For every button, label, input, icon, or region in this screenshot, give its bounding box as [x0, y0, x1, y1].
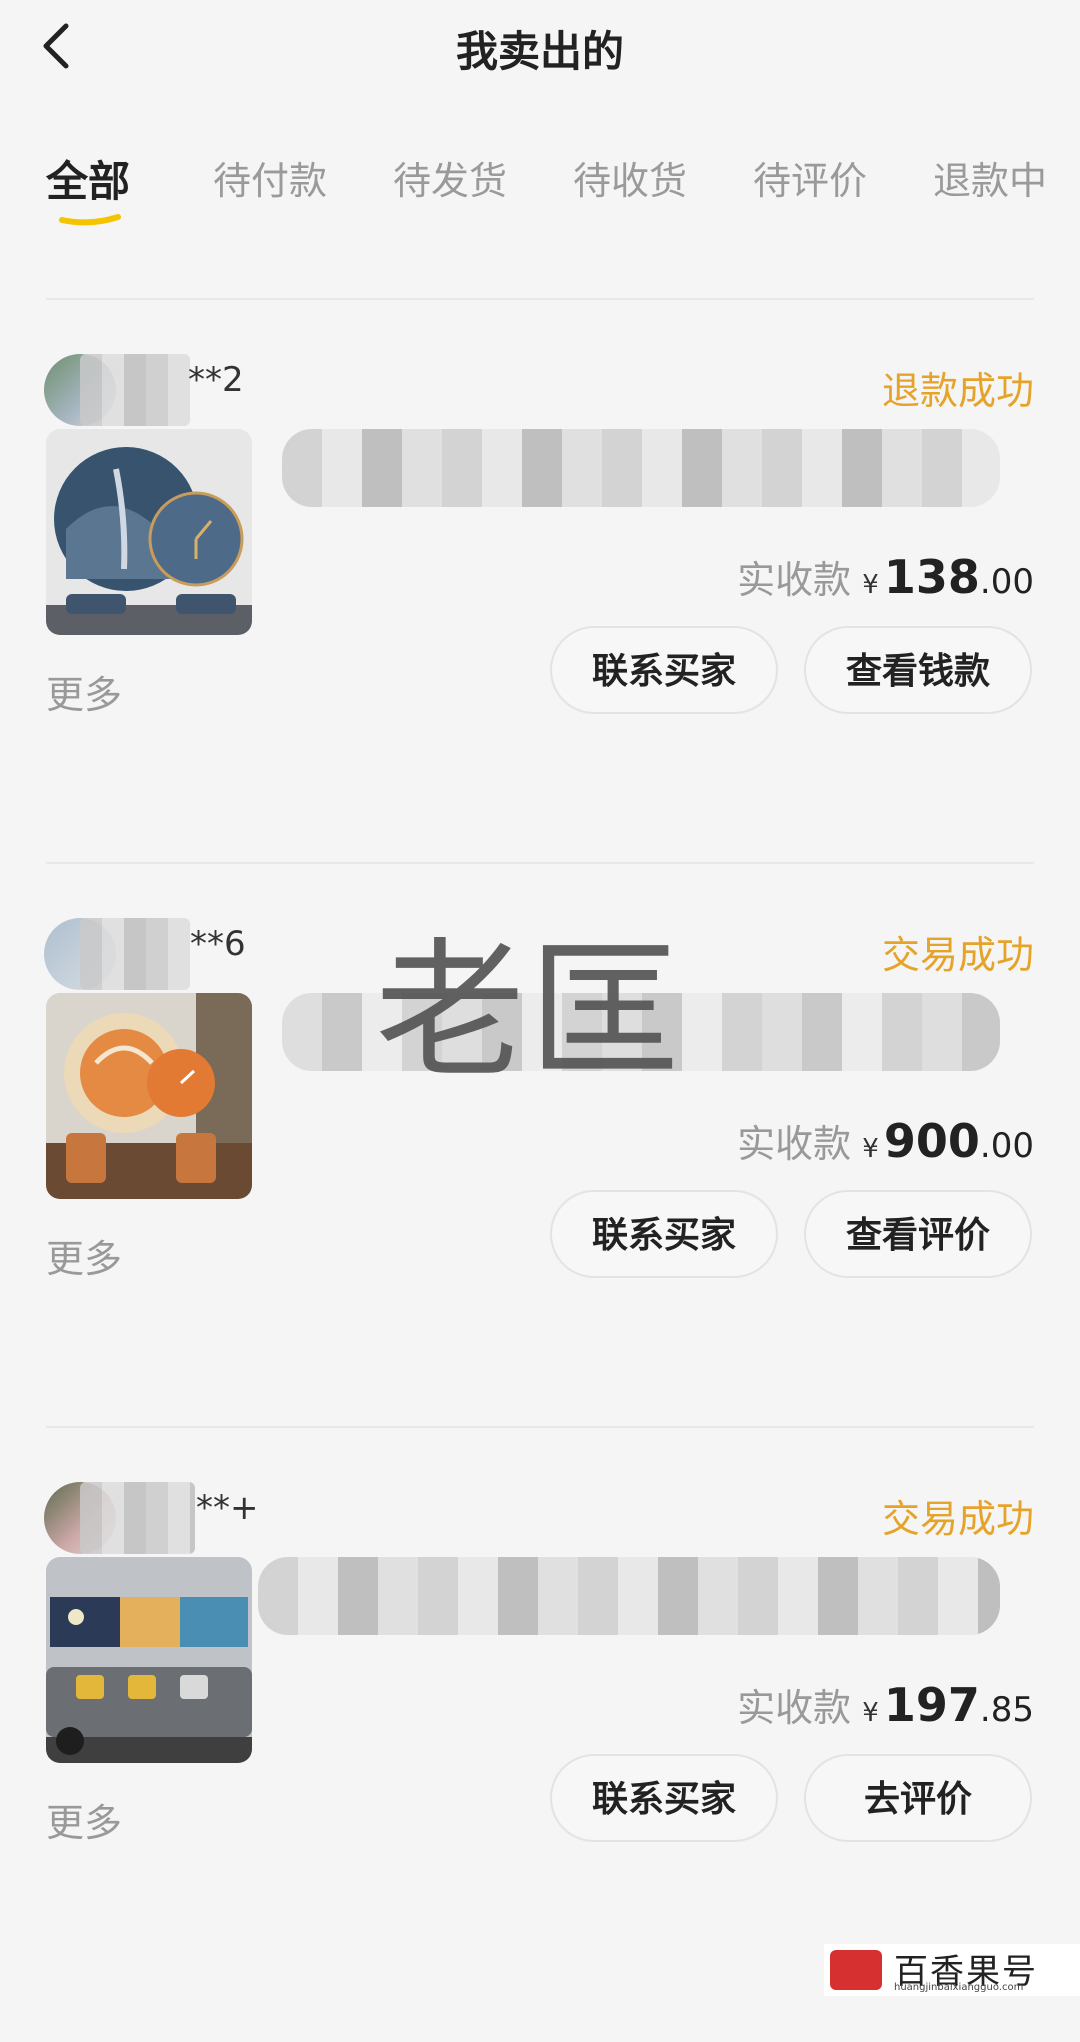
- more-link[interactable]: 更多: [46, 1228, 122, 1283]
- payment-amount: 实收款 ¥ 197.85: [737, 1678, 1034, 1732]
- order-status: 退款成功: [881, 369, 1034, 413]
- active-tab-underline: [59, 214, 121, 226]
- payment-amount: 实收款 ¥ 138.00: [737, 550, 1034, 604]
- buyer-name-mosaic: [80, 918, 190, 990]
- header: 我卖出的: [0, 0, 1080, 92]
- product-thumbnail[interactable]: [46, 1557, 252, 1763]
- payment-amount: 实收款 ¥ 900.00: [737, 1114, 1034, 1168]
- product-title-mosaic: [258, 1557, 1000, 1635]
- tab-pending-review[interactable]: 待评价: [753, 150, 867, 205]
- tab-pending-receipt[interactable]: 待收货: [573, 150, 687, 205]
- contact-buyer-button[interactable]: 联系买家: [550, 1754, 778, 1842]
- view-review-button[interactable]: 查看评价: [804, 1190, 1032, 1278]
- wall-painting-image: [46, 1557, 252, 1763]
- tab-pending-shipment[interactable]: 待发货: [393, 150, 507, 205]
- order-card: **2 退款成功 实收款 ¥ 138.00 更多 联系买家 查看钱款: [0, 354, 1080, 914]
- more-link[interactable]: 更多: [46, 1792, 122, 1847]
- buyer-name-mosaic: [80, 354, 190, 426]
- buyer-name: **2: [188, 360, 244, 400]
- order-status: 交易成功: [881, 933, 1034, 977]
- divider: [46, 298, 1034, 300]
- contact-buyer-button[interactable]: 联系买家: [550, 1190, 778, 1278]
- write-review-button[interactable]: 去评价: [804, 1754, 1032, 1842]
- buyer-name: **6: [190, 924, 246, 964]
- tab-refunding[interactable]: 退款中: [933, 150, 1047, 205]
- product-thumbnail[interactable]: [46, 429, 252, 635]
- product-title-mosaic: [282, 429, 1000, 507]
- tab-pending-payment[interactable]: 待付款: [213, 150, 327, 205]
- product-thumbnail[interactable]: [46, 993, 252, 1199]
- site-logo: 百香果号 huangjinbaixiangguo.com: [824, 1944, 1080, 1996]
- buyer-name-mosaic: [80, 1482, 195, 1554]
- wall-clock-image: [46, 429, 252, 635]
- wall-clock-image: [46, 993, 252, 1199]
- logo-url: huangjinbaixiangguo.com: [894, 1982, 1024, 1993]
- page-title: 我卖出的: [455, 27, 624, 76]
- tab-bar: 全部 待付款 待发货 待收货 待评价 退款中: [0, 150, 1080, 230]
- contact-buyer-button[interactable]: 联系买家: [550, 626, 778, 714]
- logo-badge-icon: [830, 1950, 882, 1990]
- buyer-name: **+: [196, 1488, 259, 1528]
- more-link[interactable]: 更多: [46, 664, 122, 719]
- view-funds-button[interactable]: 查看钱款: [804, 626, 1032, 714]
- tab-all[interactable]: 全部: [46, 148, 130, 209]
- divider: [46, 862, 1034, 864]
- divider: [46, 1426, 1034, 1428]
- order-status: 交易成功: [881, 1497, 1034, 1541]
- watermark-text: 老匡: [375, 925, 684, 1099]
